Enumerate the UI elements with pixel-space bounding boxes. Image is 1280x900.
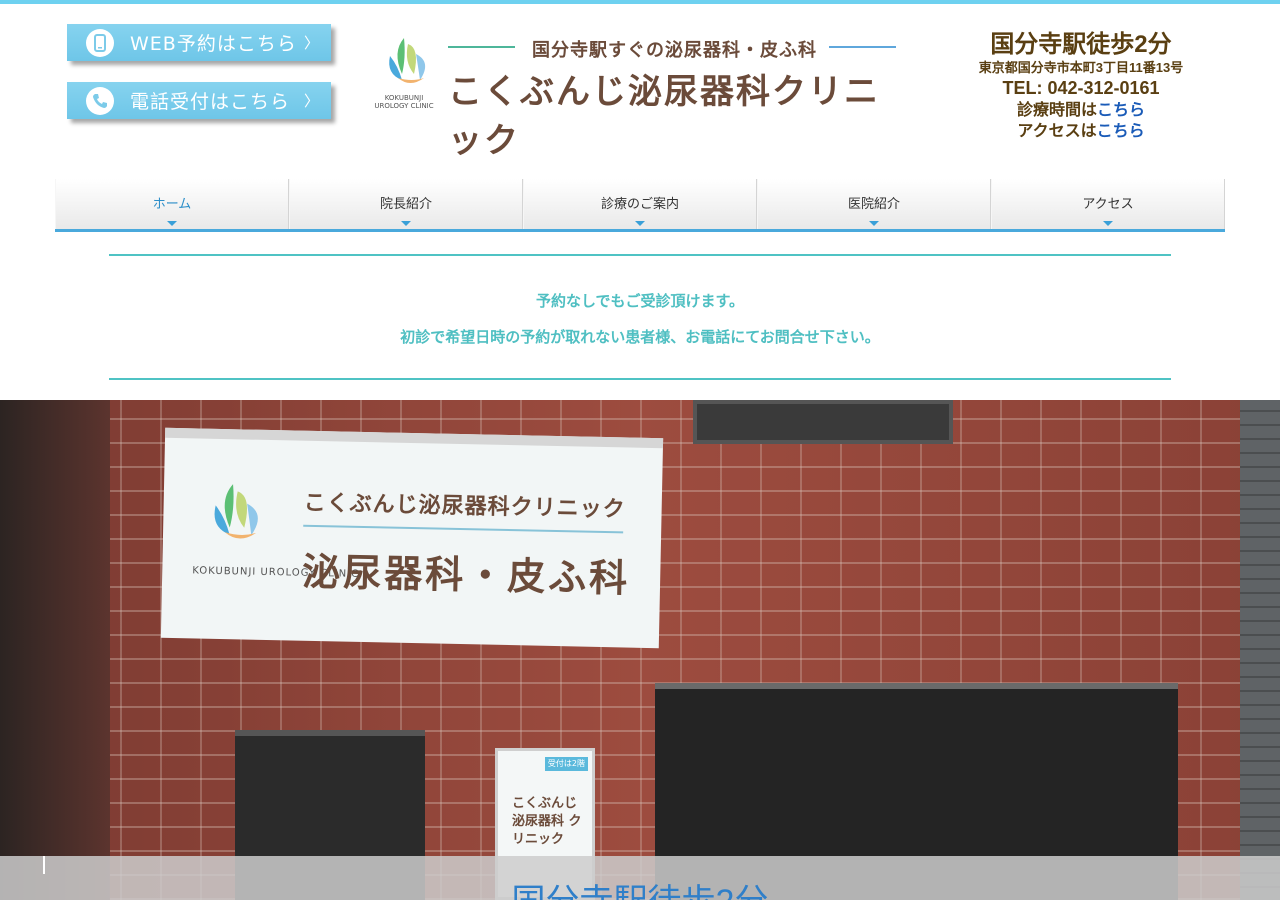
nav-item-label: ホーム [152, 196, 192, 211]
main-nav: ホーム 院長紹介 診療のご案内 医院紹介 アクセス [55, 179, 1225, 232]
hero-window [693, 400, 953, 444]
nav-item-home[interactable]: ホーム [55, 179, 289, 229]
walk-time: 国分寺駅徒歩2分 [990, 31, 1172, 58]
nav-item-label: 院長紹介 [379, 196, 432, 211]
clinic-address: 東京都国分寺市本町3丁目11番13号 [978, 60, 1184, 75]
caret-down-icon [1103, 221, 1113, 226]
access-link[interactable]: こちら [1097, 123, 1145, 140]
sign-clinic-name: こくぶんじ泌尿器科クリニック [303, 490, 626, 523]
notice-line-2: 初診で希望日時の予約が取れない患者様、お電話にてお問合せ下さい。 [400, 329, 880, 346]
caret-down-icon [635, 221, 645, 226]
clinic-info: 国分寺駅徒歩2分 東京都国分寺市本町3丁目11番13号 TEL: 042-312… [970, 30, 1192, 142]
phone-icon [86, 86, 114, 115]
building-sign: KOKUBUNJI UROLOGY CLINIC こくぶんじ泌尿器科クリニック … [160, 427, 664, 649]
hours-line: 診療時間はこちら [970, 100, 1192, 121]
clinic-name: こくぶんじ泌尿器科クリニック [448, 72, 880, 161]
hero-photo: KOKUBUNJI UROLOGY CLINIC こくぶんじ泌尿器科クリニック … [0, 400, 1280, 900]
nav-item-label: アクセス [1082, 196, 1134, 211]
sign-departments: 泌尿器科・皮ふ科 [301, 549, 631, 601]
phone-reception-button[interactable]: 電話受付はこちら 〉 [67, 82, 331, 119]
hero-right-wall [1240, 400, 1280, 900]
phone-reception-label: 電話受付はこちら [130, 91, 291, 113]
clinic-logo-mark-icon [389, 38, 426, 83]
caret-down-icon [401, 221, 411, 226]
smartphone-icon [86, 28, 114, 57]
panel-badge: 受付は2階 [544, 757, 588, 771]
logo-tagline: 国分寺駅すぐの泌尿器科・皮ふ科 [528, 36, 821, 62]
nav-item-director[interactable]: 院長紹介 [289, 179, 523, 229]
web-reservation-button[interactable]: WEB予約はこちら 〉 [67, 24, 331, 61]
caret-down-icon [167, 221, 177, 226]
clinic-logo[interactable]: KOKUBUNJI UROLOGY CLINIC 国分寺駅すぐの泌尿器科・皮ふ科… [372, 30, 912, 161]
web-reservation-label: WEB予約はこちら [130, 33, 297, 55]
nav-item-label: 診療のご案内 [600, 196, 679, 211]
nav-item-access[interactable]: アクセス [991, 179, 1225, 229]
nav-item-label: 医院紹介 [847, 196, 900, 211]
access-line: アクセスはこちら [970, 121, 1192, 142]
caption-divider [43, 856, 45, 874]
sign-logo-mark-icon [214, 484, 258, 539]
clinic-logo-english: KOKUBUNJI UROLOGY CLINIC [374, 94, 434, 110]
caret-down-icon [869, 221, 879, 226]
notice-box: 予約なしでもご受診頂けます。 初診で希望日時の予約が取れない患者様、お電話にてお… [109, 254, 1171, 380]
panel-text: こくぶんじ 泌尿器科 クリニック [512, 796, 582, 847]
hero-left-shadow [0, 400, 110, 900]
notice-line-1: 予約なしでもご受診頂けます。 [535, 293, 745, 310]
chevron-right-icon: 〉 [303, 92, 319, 110]
top-accent-bar [0, 0, 1280, 4]
chevron-right-icon: 〉 [303, 34, 319, 52]
access-prefix: アクセスは [1017, 123, 1097, 140]
hero-caption: 国分寺駅徒歩2分 [0, 874, 1280, 900]
hours-link[interactable]: こちら [1097, 102, 1145, 119]
clinic-phone[interactable]: TEL: 042-312-0161 [970, 76, 1192, 100]
sign-rule [303, 524, 624, 534]
nav-item-clinic[interactable]: 医院紹介 [757, 179, 991, 229]
nav-item-treatment[interactable]: 診療のご案内 [523, 179, 757, 229]
hero-caption-bar: 国分寺駅徒歩2分 [0, 856, 1280, 900]
hours-prefix: 診療時間は [1016, 102, 1097, 119]
